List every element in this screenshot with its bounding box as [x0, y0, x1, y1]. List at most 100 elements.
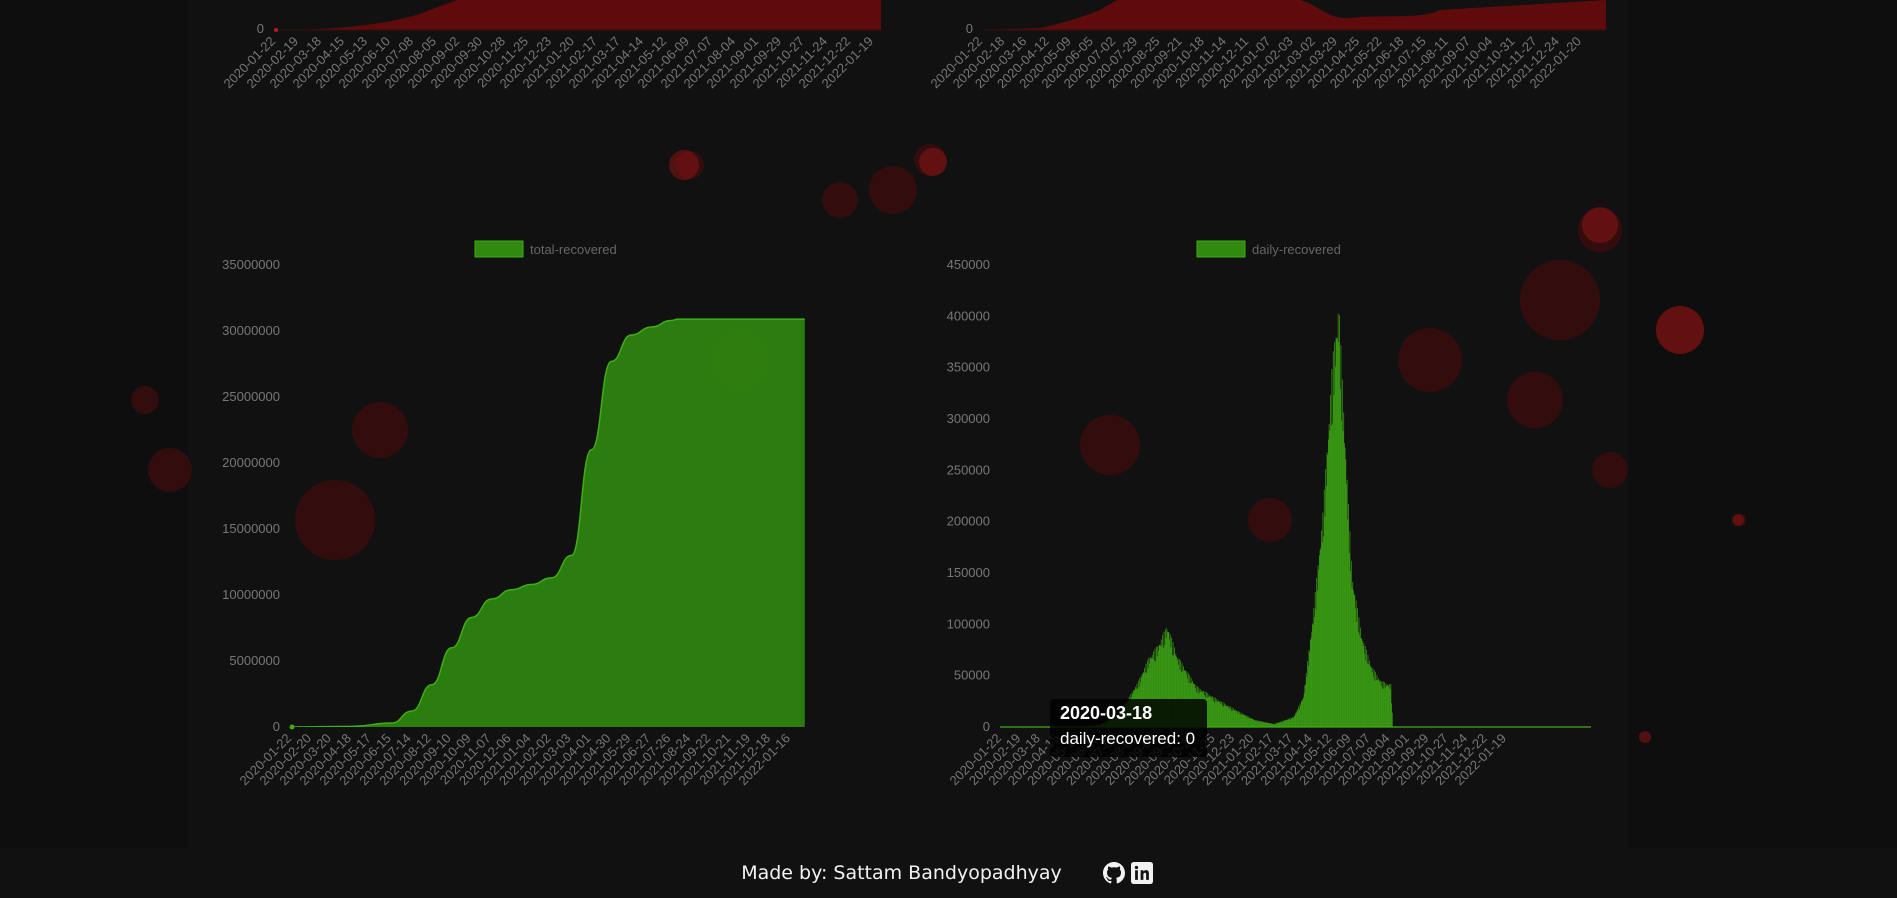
daily-recovered-bar — [1303, 697, 1304, 727]
daily-recovered-bar — [1350, 560, 1352, 727]
daily-recovered-bar — [1228, 707, 1229, 727]
daily-recovered-bar — [1335, 337, 1337, 727]
daily-recovered-bar — [1373, 669, 1375, 727]
daily-recovered-bar — [1244, 714, 1245, 727]
daily-recovered-bar — [1210, 696, 1211, 727]
daily-recovered-bar — [1242, 714, 1244, 727]
daily-recovered-chart-svg: daily-recovered 0 50000 100000 150000 200000 2… — [946, 240, 1591, 788]
daily-recovered-bar — [1372, 668, 1374, 727]
daily-recovered-bar — [1251, 718, 1252, 727]
daily-recovered-bar — [1280, 722, 1282, 727]
daily-recovered-bar — [1362, 645, 1364, 727]
daily-recovered-bar — [1264, 722, 1266, 727]
daily-recovered-bar — [1328, 424, 1330, 727]
linkedin-icon[interactable] — [1130, 862, 1153, 884]
daily-recovered-bar — [1294, 715, 1295, 727]
github-icon[interactable] — [1102, 862, 1125, 884]
y-tick-label: 100000 — [947, 616, 990, 631]
daily-recovered-bar — [1366, 663, 1368, 727]
daily-recovered-bar — [1249, 717, 1251, 727]
daily-recovered-bar — [1358, 617, 1360, 727]
daily-recovered-bar — [1323, 536, 1324, 727]
daily-recovered-bar — [1225, 704, 1227, 727]
daily-recovered-bar — [1307, 661, 1309, 727]
daily-recovered-bar — [1214, 697, 1216, 727]
daily-recovered-bar — [1221, 705, 1223, 727]
daily-recovered-bar — [1251, 718, 1253, 727]
daily-recovered-bar — [1297, 710, 1299, 727]
daily-recovered-bar — [1353, 590, 1354, 727]
daily-recovered-bar — [1384, 682, 1386, 727]
daily-recovered-bar — [1232, 708, 1234, 727]
total-recovered-chart-svg: total-recovered 0 5000000 10000000 15000000 2… — [222, 240, 805, 788]
daily-recovered-bar — [1207, 693, 1209, 727]
daily-recovered-bar — [1386, 685, 1388, 727]
daily-recovered-bar — [1371, 667, 1372, 727]
daily-recovered-bar — [1353, 594, 1355, 727]
daily-recovered-bar — [1248, 716, 1250, 727]
daily-recovered-bar — [1285, 719, 1287, 727]
daily-recovered-bar — [1293, 717, 1295, 727]
daily-recovered-bar — [1298, 706, 1300, 727]
daily-recovered-bar — [1373, 676, 1374, 727]
daily-recovered-bar — [1347, 519, 1349, 727]
daily-recovered-bar — [1370, 666, 1372, 727]
daily-recovered-bar — [1223, 703, 1225, 727]
daily-recovered-bar — [1230, 706, 1232, 727]
daily-recovered-bar — [1375, 672, 1377, 727]
legend-swatch[interactable] — [1196, 240, 1246, 258]
daily-recovered-bar — [1345, 459, 1347, 727]
daily-recovered-bar — [1337, 313, 1339, 727]
daily-recovered-bar — [1355, 608, 1356, 727]
daily-recovered-bar — [1266, 722, 1268, 727]
daily-recovered-bar — [1387, 684, 1389, 727]
daily-recovered-bar — [1349, 531, 1351, 727]
daily-recovered-bar — [1255, 720, 1256, 727]
daily-recovered-bar — [1295, 712, 1297, 727]
daily-recovered-bar — [1281, 721, 1283, 727]
daily-recovered-bar — [1313, 608, 1315, 727]
daily-recovered-bar — [1379, 682, 1381, 727]
daily-recovered-bar — [1277, 722, 1279, 727]
daily-recovered-bar — [1258, 720, 1260, 727]
daily-recovered-bar — [1326, 452, 1328, 727]
daily-recovered-bar — [1282, 720, 1284, 727]
daily-recovered-bar — [1289, 718, 1290, 727]
tooltip-title: 2020-03-18 — [1060, 703, 1153, 723]
y-tick-label: 35000000 — [222, 257, 280, 272]
daily-recovered-bar — [1389, 689, 1391, 727]
daily-recovered-bar — [1278, 722, 1280, 727]
daily-recovered-bar — [1341, 379, 1343, 727]
data-point[interactable] — [289, 724, 295, 730]
daily-recovered-bar — [1212, 700, 1214, 727]
daily-recovered-bar — [1343, 412, 1345, 727]
legend-swatch[interactable] — [474, 240, 524, 258]
daily-recovered-bar — [1239, 711, 1241, 727]
daily-recovered-bar — [1330, 395, 1331, 727]
daily-recovered-bar — [1279, 722, 1281, 727]
daily-recovered-chart: daily-recovered 0 50000 100000 150000 200000 2… — [910, 215, 1610, 845]
legend-label[interactable]: total-recovered — [530, 242, 617, 257]
daily-recovered-bar — [1357, 631, 1359, 727]
y-tick-label: 0 — [983, 719, 990, 734]
daily-recovered-bar — [1226, 705, 1227, 727]
top-right-chart: 0 2020-01-222020-02-182020-03-162020-04-… — [927, 0, 1606, 91]
daily-recovered-bar — [1263, 721, 1265, 727]
daily-recovered-bar — [1314, 592, 1316, 727]
y-tick-label: 0 — [273, 719, 280, 734]
daily-recovered-bar — [1362, 640, 1363, 727]
daily-recovered-bar — [1305, 672, 1307, 727]
daily-recovered-bar — [1340, 345, 1342, 727]
daily-recovered-bar — [1383, 688, 1385, 727]
daily-recovered-bar — [1245, 715, 1247, 727]
legend-label[interactable]: daily-recovered — [1252, 242, 1341, 257]
daily-recovered-bar — [1354, 594, 1356, 727]
daily-recovered-bar — [1321, 542, 1323, 727]
daily-recovered-bar — [1348, 553, 1350, 727]
y-tick-label: 300000 — [947, 411, 990, 426]
daily-recovered-bar — [1237, 711, 1239, 727]
footer-credit: Made by: Sattam Bandyopadhyay — [741, 862, 1062, 884]
daily-recovered-bar — [1235, 711, 1237, 727]
daily-recovered-bar — [1390, 683, 1392, 727]
daily-recovered-bar — [1319, 550, 1321, 727]
